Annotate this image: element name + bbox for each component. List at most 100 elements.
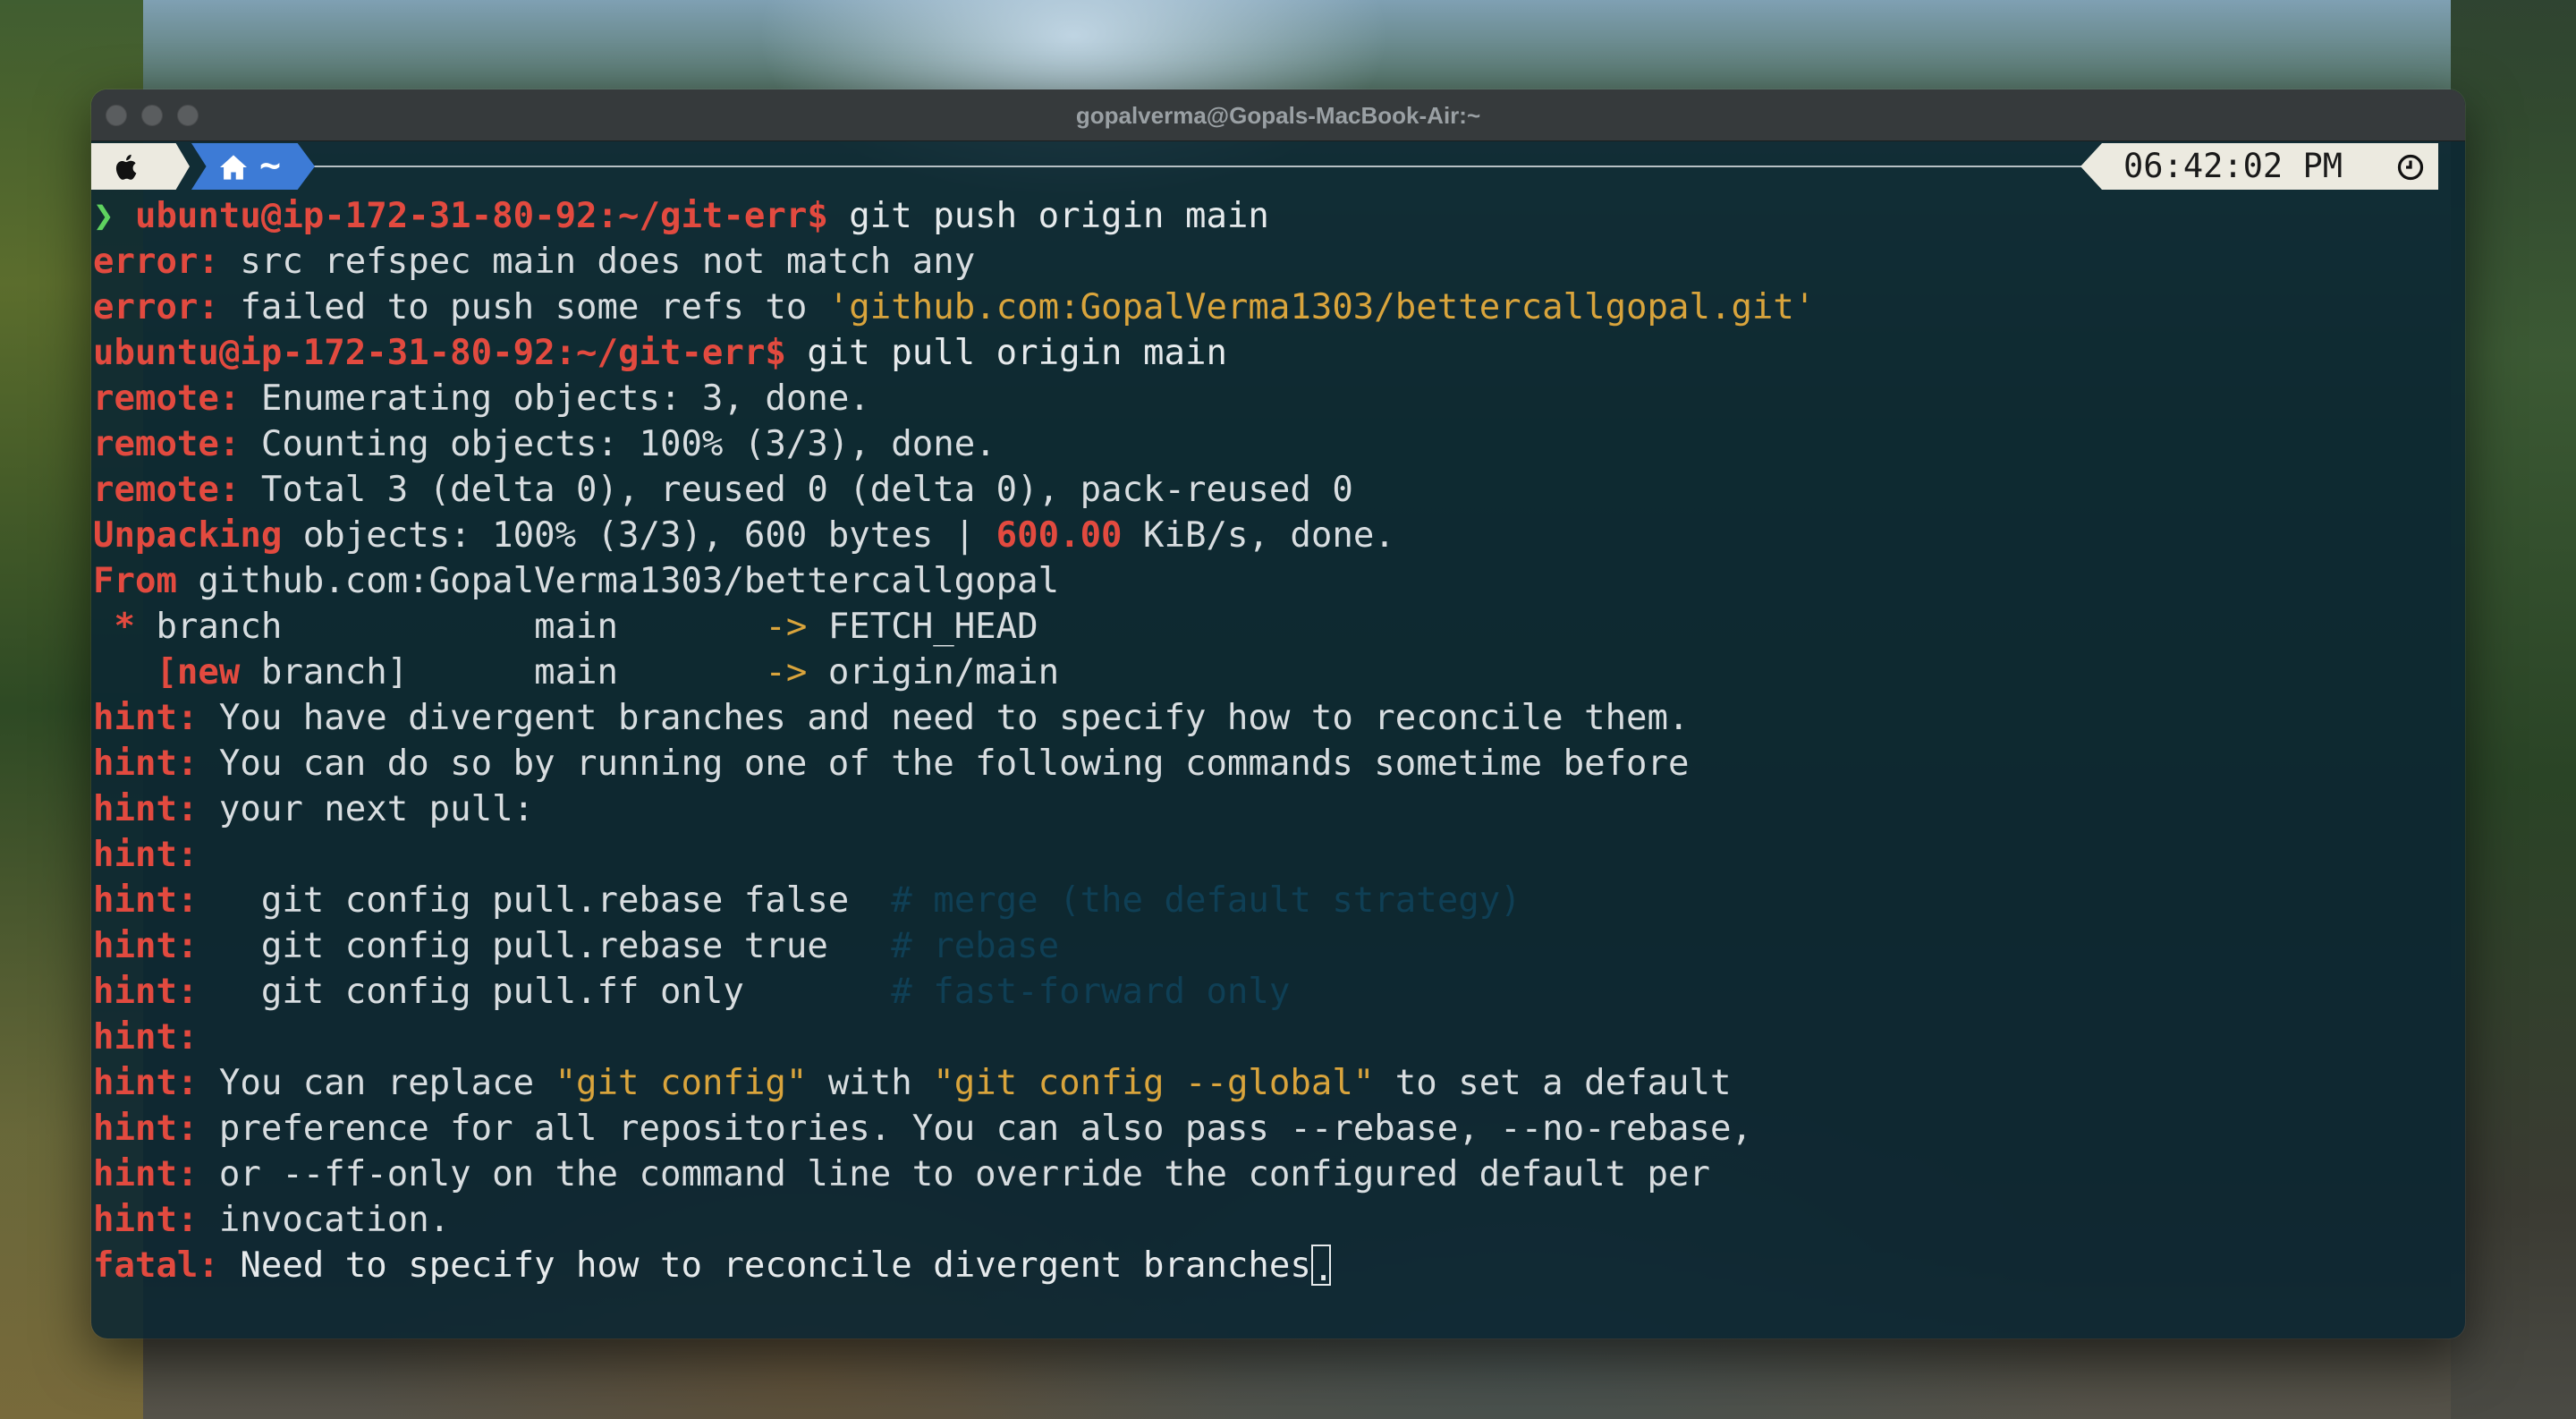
terminal-text: git config pull.rebase false — [198, 880, 892, 921]
terminal-text: # merge (the default strategy) — [891, 880, 1521, 921]
terminal-line: hint: git config pull.rebase true # reba… — [91, 923, 2465, 969]
prompt-divider-line — [270, 166, 2125, 167]
terminal-text: hint: — [93, 1109, 199, 1149]
terminal-text: git pull origin main — [785, 333, 1227, 373]
terminal-line: hint: or --ff-only on the command line t… — [91, 1151, 2465, 1197]
terminal-line: fatal: Need to specify how to reconcile … — [91, 1243, 2465, 1289]
terminal-text: hint: — [93, 743, 199, 784]
terminal-text: origin/main — [807, 652, 1060, 693]
terminal-line: [new branch] main -> origin/main — [91, 650, 2465, 695]
terminal-text: hint: — [93, 1063, 199, 1103]
terminal-text: fatal: — [93, 1245, 219, 1286]
terminal-text: hint: — [93, 880, 199, 921]
terminal-text: hint: — [93, 698, 199, 738]
terminal-text: branch] main — [240, 652, 766, 693]
terminal-text: ubuntu@ip-172-31-80-92:~/git-err$ — [134, 196, 828, 236]
terminal-text: git config pull.ff only — [198, 972, 892, 1012]
terminal-text: Enumerating objects: 3, done. — [240, 378, 870, 419]
terminal-text: Total 3 (delta 0), reused 0 (delta 0), p… — [240, 470, 1353, 510]
terminal-text: failed to push some refs to — [218, 287, 828, 327]
terminal-line: ❯ ubuntu@ip-172-31-80-92:~/git-err$ git … — [91, 193, 2465, 239]
terminal-text: You can do so by running one of the foll… — [198, 743, 1690, 784]
terminal-text: error: — [93, 287, 219, 327]
terminal-text: invocation. — [198, 1200, 451, 1240]
terminal-output[interactable]: ❯ ubuntu@ip-172-31-80-92:~/git-err$ git … — [91, 190, 2465, 1289]
terminal-text: hint: — [93, 972, 199, 1012]
terminal-text: FETCH_HEAD — [807, 607, 1038, 647]
terminal-text: You have divergent branches and need to … — [198, 698, 1690, 738]
terminal-text: ❯ — [93, 196, 135, 236]
terminal-text: hint: — [93, 1017, 199, 1058]
terminal-text: -> — [765, 607, 808, 647]
terminal-line: hint: git config pull.rebase false # mer… — [91, 878, 2465, 923]
terminal-line: * branch main -> FETCH_HEAD — [91, 604, 2465, 650]
wallpaper-trees-right — [2451, 0, 2576, 1419]
os-segment — [91, 143, 190, 190]
terminal-text: github.com:GopalVerma1303/bettercallgopa… — [176, 561, 1060, 601]
terminal-line: hint: You have divergent branches and ne… — [91, 695, 2465, 741]
terminal-line: hint: You can replace "git config" with … — [91, 1060, 2465, 1106]
terminal-text: your next pull: — [198, 789, 535, 829]
time-segment: 06:42:02 PM — [2080, 143, 2438, 190]
terminal-text: remote: — [93, 470, 241, 510]
terminal-line: hint: preference for all repositories. Y… — [91, 1106, 2465, 1151]
terminal-text: "git config --global" — [933, 1063, 1375, 1103]
terminal-text: KiB/s, done. — [1122, 515, 1395, 556]
powerline-prompt-bar: ~ 06:42:02 PM — [91, 143, 2465, 190]
terminal-text: -> — [765, 652, 808, 693]
apple-icon — [115, 154, 137, 180]
terminal-text: git push origin main — [827, 196, 1269, 236]
home-icon — [220, 155, 247, 180]
terminal-text: [new — [93, 652, 241, 693]
terminal-text: Counting objects: 100% (3/3), done. — [240, 424, 996, 464]
terminal-line: error: failed to push some refs to 'gith… — [91, 285, 2465, 330]
terminal-text: remote: — [93, 424, 241, 464]
terminal-line: Unpacking objects: 100% (3/3), 600 bytes… — [91, 513, 2465, 558]
terminal-text: 'github.com:GopalVerma1303/bettercallgop… — [827, 287, 1816, 327]
title-bar[interactable]: gopalverma@Gopals-MacBook-Air:~ — [91, 89, 2465, 141]
terminal-text: * — [93, 607, 157, 647]
clock-icon — [2397, 154, 2424, 181]
terminal-text: From — [93, 561, 177, 601]
terminal-text: branch main — [156, 607, 766, 647]
terminal-text: hint: — [93, 1200, 199, 1240]
directory-label: ~ — [259, 145, 282, 186]
terminal-text: hint: — [93, 1154, 199, 1194]
terminal-text: Need to specify how to reconcile diverge… — [218, 1245, 1311, 1286]
terminal-text: remote: — [93, 378, 241, 419]
terminal-text: 600.00 — [996, 515, 1123, 556]
terminal-text: hint: — [93, 926, 199, 966]
terminal-text: hint: — [93, 835, 199, 875]
terminal-text: ubuntu@ip-172-31-80-92:~/git-err$ — [93, 333, 786, 373]
terminal-line: remote: Counting objects: 100% (3/3), do… — [91, 421, 2465, 467]
terminal-line: hint: — [91, 832, 2465, 878]
terminal-text: objects: 100% (3/3), 600 bytes | — [282, 515, 996, 556]
terminal-window[interactable]: gopalverma@Gopals-MacBook-Air:~ ~ 06:42:… — [91, 89, 2465, 1338]
terminal-text: # rebase — [891, 926, 1060, 966]
terminal-text: "git config" — [555, 1063, 808, 1103]
terminal-text: # fast-forward only — [891, 972, 1291, 1012]
terminal-line: hint: invocation. — [91, 1197, 2465, 1243]
terminal-text: Unpacking — [93, 515, 283, 556]
terminal-line: remote: Enumerating objects: 3, done. — [91, 376, 2465, 421]
terminal-line: remote: Total 3 (delta 0), reused 0 (del… — [91, 467, 2465, 513]
directory-segment: ~ — [191, 143, 315, 190]
terminal-line: From github.com:GopalVerma1303/bettercal… — [91, 558, 2465, 604]
terminal-text: src refspec main does not match any — [218, 242, 976, 282]
window-title: gopalverma@Gopals-MacBook-Air:~ — [1075, 102, 1481, 129]
terminal-text: hint: — [93, 789, 199, 829]
terminal-line: hint: You can do so by running one of th… — [91, 741, 2465, 786]
terminal-text: error: — [93, 242, 219, 282]
text-cursor: . — [1310, 1244, 1334, 1289]
terminal-text: preference for all repositories. You can… — [198, 1109, 1752, 1149]
terminal-line: hint: your next pull: — [91, 786, 2465, 832]
terminal-line: ubuntu@ip-172-31-80-92:~/git-err$ git pu… — [91, 330, 2465, 376]
terminal-line: hint: — [91, 1015, 2465, 1060]
clock-time: 06:42:02 PM — [2123, 147, 2343, 185]
terminal-text: You can replace — [198, 1063, 555, 1103]
terminal-text: or --ff-only on the command line to over… — [198, 1154, 1710, 1194]
terminal-line: hint: git config pull.ff only # fast-for… — [91, 969, 2465, 1015]
terminal-text: to set a default — [1374, 1063, 1732, 1103]
terminal-text: with — [807, 1063, 934, 1103]
terminal-line: error: src refspec main does not match a… — [91, 239, 2465, 285]
